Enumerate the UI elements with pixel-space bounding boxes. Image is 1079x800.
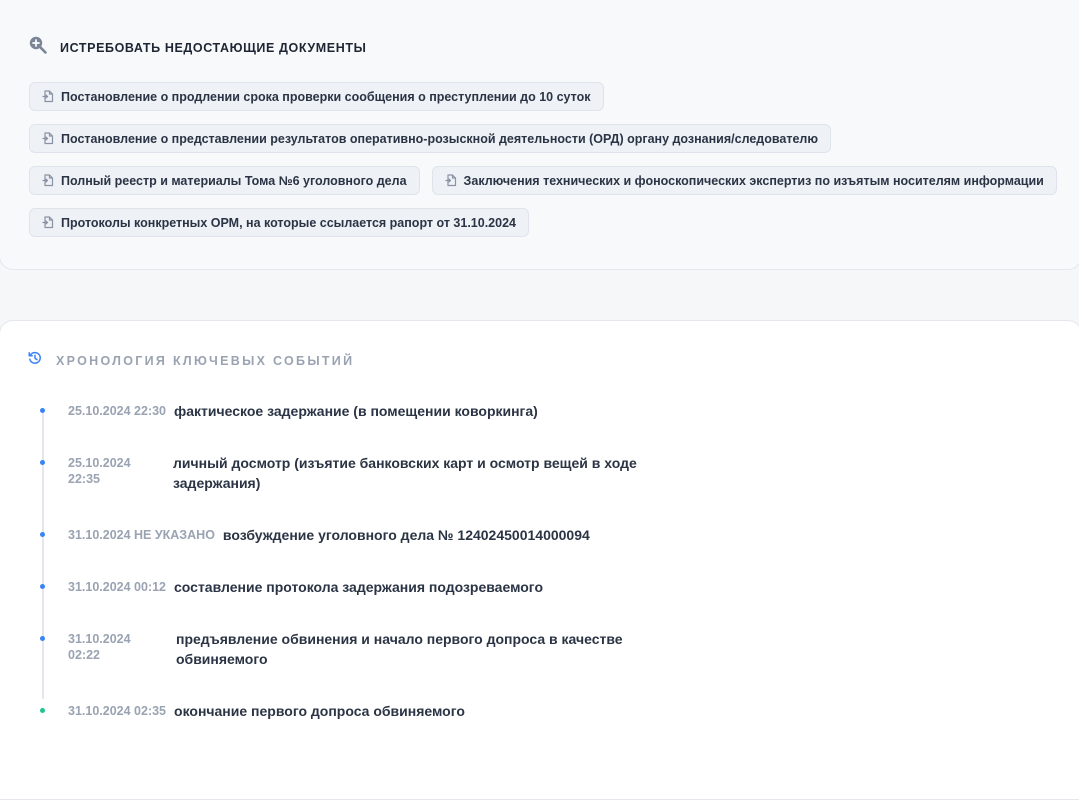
timeline-dot (40, 636, 45, 641)
timeline-header: ХРОНОЛОГИЯ КЛЮЧЕВЫХ СОБЫТИЙ (28, 351, 354, 370)
timeline-event-date: 31.10.2024 00:12 (68, 580, 167, 594)
timeline-event-text: составление протокола задержания подозре… (174, 579, 543, 595)
timeline-event: 31.10.2024 НЕ УКАЗАНО возбуждение уголов… (40, 527, 590, 545)
timeline-card (0, 320, 1079, 800)
timeline-event-date: 25.10.2024 22:30 (68, 404, 167, 418)
document-chip[interactable]: Протоколы конкретных ОРМ, на которые ссы… (29, 208, 529, 237)
timeline-dot (40, 584, 45, 589)
timeline-event-text: предъявление обвинения и начало первого … (176, 631, 623, 667)
timeline-event-date: 31.10.2024 НЕ УКАЗАНО (68, 528, 215, 542)
missing-documents-header: ИСТРЕБОВАТЬ НЕДОСТАЮЩИЕ ДОКУМЕНТЫ (28, 35, 366, 60)
document-chip[interactable]: Заключения технических и фоноскопических… (431, 166, 1057, 195)
document-icon (42, 90, 54, 103)
document-icon (42, 216, 54, 229)
timeline-dot (40, 460, 45, 465)
timeline-event-date: 31.10.2024 02:22 (68, 632, 131, 662)
document-chip[interactable]: Полный реестр и материалы Тома №6 уголов… (29, 166, 420, 195)
search-plus-icon (28, 35, 48, 60)
timeline-event-date: 31.10.2024 02:35 (68, 704, 167, 718)
missing-documents-list: Постановление о продлении срока проверки… (29, 82, 1059, 237)
document-chip[interactable]: Постановление о представлении результато… (29, 124, 832, 153)
timeline-event-date: 25.10.2024 22:35 (68, 456, 131, 486)
document-icon (42, 174, 54, 187)
timeline-title: ХРОНОЛОГИЯ КЛЮЧЕВЫХ СОБЫТИЙ (56, 353, 355, 368)
document-chip-label: Постановление о продлении срока проверки… (61, 89, 591, 104)
timeline-event: 31.10.2024 02:22 предъявление обвинения … (40, 631, 646, 669)
document-chip-label: Полный реестр и материалы Тома №6 уголов… (61, 173, 407, 188)
timeline-dot (40, 708, 45, 713)
timeline-event: 25.10.2024 22:35 личный досмотр (изъятие… (40, 455, 653, 493)
timeline-event: 31.10.2024 02:35 окончание первого допро… (40, 703, 465, 721)
document-icon (444, 174, 457, 187)
timeline-event-text: окончание первого допроса обвиняемого (174, 703, 465, 719)
timeline-event-text: личный досмотр (изъятие банковских карт … (173, 455, 637, 491)
document-chip-label: Протоколы конкретных ОРМ, на которые ссы… (61, 215, 516, 230)
timeline-event: 25.10.2024 22:30 фактическое задержание … (40, 403, 538, 421)
document-chip-label: Постановление о представлении результато… (61, 131, 819, 146)
missing-documents-title: ИСТРЕБОВАТЬ НЕДОСТАЮЩИЕ ДОКУМЕНТЫ (60, 40, 367, 55)
timeline-event-text: фактическое задержание (в помещении ково… (174, 403, 538, 419)
document-chip-label: Заключения технических и фоноскопических… (463, 173, 1044, 188)
history-icon (28, 351, 42, 370)
document-icon (42, 132, 54, 145)
timeline-event-text: возбуждение уголовного дела № 1240245001… (222, 527, 590, 543)
timeline-dot (40, 408, 45, 413)
document-chip[interactable]: Постановление о продлении срока проверки… (29, 82, 604, 111)
timeline-dot (40, 532, 45, 537)
timeline-event: 31.10.2024 00:12 составление протокола з… (40, 579, 543, 597)
